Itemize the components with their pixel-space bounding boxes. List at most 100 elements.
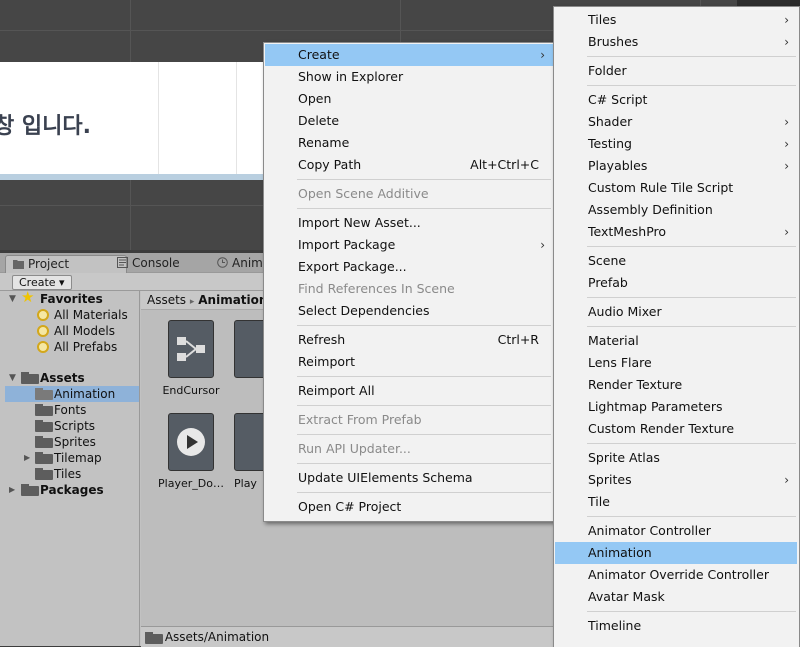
submenu-item-lens-flare[interactable]: Lens Flare [555, 352, 797, 374]
menu-item-delete[interactable]: Delete [265, 110, 553, 132]
submenu-item-animator-override-controller[interactable]: Animator Override Controller [555, 564, 797, 586]
menu-separator [297, 463, 551, 464]
menu-item-update-uielements-schema[interactable]: Update UIElements Schema [265, 467, 553, 489]
submenu-item-assembly-definition[interactable]: Assembly Definition [555, 199, 797, 221]
tree-item-fonts[interactable]: Fonts [5, 402, 139, 418]
menu-item-label: C# Script [588, 92, 648, 107]
submenu-item-shader[interactable]: Shader › [555, 111, 797, 133]
asset-partial-1[interactable] [234, 320, 264, 378]
folder-icon [35, 388, 53, 400]
menu-item-show-in-explorer[interactable]: Show in Explorer [265, 66, 553, 88]
chevron-right-icon: › [784, 35, 789, 49]
menu-item-reimport[interactable]: Reimport [265, 351, 553, 373]
menu-item-open[interactable]: Open [265, 88, 553, 110]
submenu-item-prefab[interactable]: Prefab [555, 272, 797, 294]
submenu-item-custom-render-texture[interactable]: Custom Render Texture [555, 418, 797, 440]
tree-item-animation[interactable]: Animation [5, 386, 139, 402]
menu-item-rename[interactable]: Rename [265, 132, 553, 154]
tree-item-scripts[interactable]: Scripts [5, 418, 139, 434]
tree-favorites[interactable]: ▼ ★ Favorites [5, 289, 139, 307]
tree-item-tiles[interactable]: Tiles [5, 466, 139, 482]
menu-item-find-references: Find References In Scene [265, 278, 553, 300]
asset-label: Play [234, 477, 257, 490]
menu-item-reimport-all[interactable]: Reimport All [265, 380, 553, 402]
tab-project[interactable]: Project [5, 255, 127, 273]
asset-thumbnail [234, 320, 264, 378]
chevron-right-icon: › [540, 48, 545, 62]
tree-item-label: All Prefabs [54, 340, 118, 354]
menu-item-label: Show in Explorer [298, 69, 404, 84]
menu-item-label: Playables [588, 158, 648, 173]
submenu-item-lightmap-parameters[interactable]: Lightmap Parameters [555, 396, 797, 418]
menu-separator [587, 56, 796, 57]
submenu-item-render-texture[interactable]: Render Texture [555, 374, 797, 396]
menu-item-export-package[interactable]: Export Package... [265, 256, 553, 278]
tree-item-sprites[interactable]: Sprites [5, 434, 139, 450]
expand-arrow-icon[interactable]: ▼ [9, 291, 16, 307]
menu-item-shortcut: Ctrl+R [497, 332, 539, 347]
menu-item-label: Copy Path [298, 157, 362, 172]
submenu-item-material[interactable]: Material [555, 330, 797, 352]
submenu-item-scene[interactable]: Scene [555, 250, 797, 272]
tree-packages[interactable]: ▶ Packages [5, 482, 139, 498]
menu-item-create[interactable]: Create › [265, 44, 553, 66]
expand-arrow-icon[interactable]: ▼ [9, 370, 16, 386]
submenu-item-sprites[interactable]: Sprites › [555, 469, 797, 491]
menu-separator [297, 376, 551, 377]
submenu-item-playables[interactable]: Playables › [555, 155, 797, 177]
menu-item-label: Avatar Mask [588, 589, 665, 604]
menu-item-label: Run API Updater... [298, 441, 411, 456]
search-icon [37, 325, 49, 337]
collapse-arrow-icon[interactable]: ▶ [9, 482, 15, 498]
submenu-item-tile[interactable]: Tile [555, 491, 797, 513]
menu-separator [587, 297, 796, 298]
submenu-item-csharp-script[interactable]: C# Script [555, 89, 797, 111]
menu-separator [587, 443, 796, 444]
asset-partial-2[interactable]: Play [234, 413, 264, 490]
asset-player-do[interactable]: Player_Do… [149, 413, 233, 490]
menu-item-select-dependencies[interactable]: Select Dependencies [265, 300, 553, 322]
submenu-item-animator-controller[interactable]: Animator Controller [555, 520, 797, 542]
tree-item-label: Tiles [54, 467, 82, 481]
breadcrumb-root[interactable]: Assets [147, 293, 186, 307]
submenu-item-folder[interactable]: Folder [555, 60, 797, 82]
submenu-item-textmeshpro[interactable]: TextMeshPro › [555, 221, 797, 243]
breadcrumb-current[interactable]: Animation [198, 293, 267, 307]
menu-item-label: TextMeshPro [588, 224, 667, 239]
tree-item-all-models[interactable]: All Models [5, 323, 139, 339]
tree-assets[interactable]: ▼ Assets [5, 370, 139, 386]
submenu-item-timeline[interactable]: Timeline [555, 615, 797, 637]
tree-item-label: All Models [54, 324, 115, 338]
folder-icon [13, 260, 24, 269]
submenu-item-avatar-mask[interactable]: Avatar Mask [555, 586, 797, 608]
submenu-item-testing[interactable]: Testing › [555, 133, 797, 155]
menu-item-open-csharp-project[interactable]: Open C# Project [265, 496, 553, 518]
menu-item-label: Delete [298, 113, 340, 128]
submenu-item-custom-rule-tile-script[interactable]: Custom Rule Tile Script [555, 177, 797, 199]
submenu-item-brushes[interactable]: Brushes › [555, 31, 797, 53]
submenu-item-sprite-atlas[interactable]: Sprite Atlas [555, 447, 797, 469]
menu-item-refresh[interactable]: Refresh Ctrl+R [265, 329, 553, 351]
menu-item-label: Animation [588, 545, 652, 560]
menu-item-label: Prefab [588, 275, 628, 290]
animation-clip-icon [234, 413, 264, 471]
submenu-item-animation[interactable]: Animation [555, 542, 797, 564]
menu-item-import-new-asset[interactable]: Import New Asset... [265, 212, 553, 234]
create-submenu: Tiles › Brushes › Folder C# Script Shader ›… [553, 6, 800, 647]
tree-item-tilemap[interactable]: ▶ Tilemap [5, 450, 139, 466]
menu-item-shortcut: Alt+Ctrl+C [470, 157, 539, 172]
submenu-item-tiles[interactable]: Tiles › [555, 9, 797, 31]
tree-item-label: Fonts [54, 403, 87, 417]
submenu-item-audio-mixer[interactable]: Audio Mixer [555, 301, 797, 323]
folder-icon [35, 404, 53, 416]
menu-item-import-package[interactable]: Import Package › [265, 234, 553, 256]
tab-console[interactable]: Console [110, 255, 222, 272]
menu-item-label: Custom Rule Tile Script [588, 180, 734, 195]
tree-item-all-prefabs[interactable]: All Prefabs [5, 339, 139, 355]
asset-endcursor[interactable]: EndCursor [149, 320, 233, 397]
tab-project-label: Project [28, 257, 70, 271]
menu-item-copy-path[interactable]: Copy Path Alt+Ctrl+C [265, 154, 553, 176]
collapse-arrow-icon[interactable]: ▶ [24, 450, 30, 466]
tree-item-all-materials[interactable]: All Materials [5, 307, 139, 323]
status-bar: Assets/Animation [141, 626, 560, 647]
